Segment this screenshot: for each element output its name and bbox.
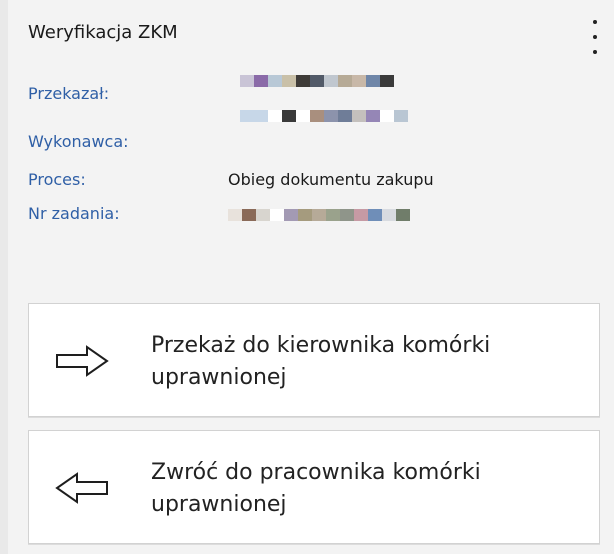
forwarded-by-label: Przekazał:	[28, 84, 110, 103]
forwarded-by-redacted-line2	[240, 110, 408, 122]
arrow-right-icon	[56, 345, 109, 377]
left-border	[0, 0, 8, 554]
executor-label: Wykonawca:	[28, 132, 129, 151]
kebab-menu-icon[interactable]	[586, 20, 604, 54]
return-to-employee-button[interactable]: Zwróć do pracownika komórki uprawnionej	[28, 430, 600, 544]
panel-title: Weryfikacja ZKM	[28, 22, 178, 43]
forwarded-by-redacted	[240, 75, 394, 87]
forward-to-manager-button[interactable]: Przekaż do kierownika komórki uprawnione…	[28, 303, 600, 417]
process-label: Proces:	[28, 170, 86, 189]
task-number-label: Nr zadania:	[28, 204, 120, 223]
task-number-redacted	[228, 209, 410, 221]
forward-to-manager-label: Przekaż do kierownika komórki uprawnione…	[151, 333, 491, 390]
return-to-employee-label: Zwróć do pracownika komórki uprawnionej	[151, 460, 481, 517]
arrow-left-icon	[55, 472, 108, 504]
process-value: Obieg dokumentu zakupu	[228, 170, 434, 189]
